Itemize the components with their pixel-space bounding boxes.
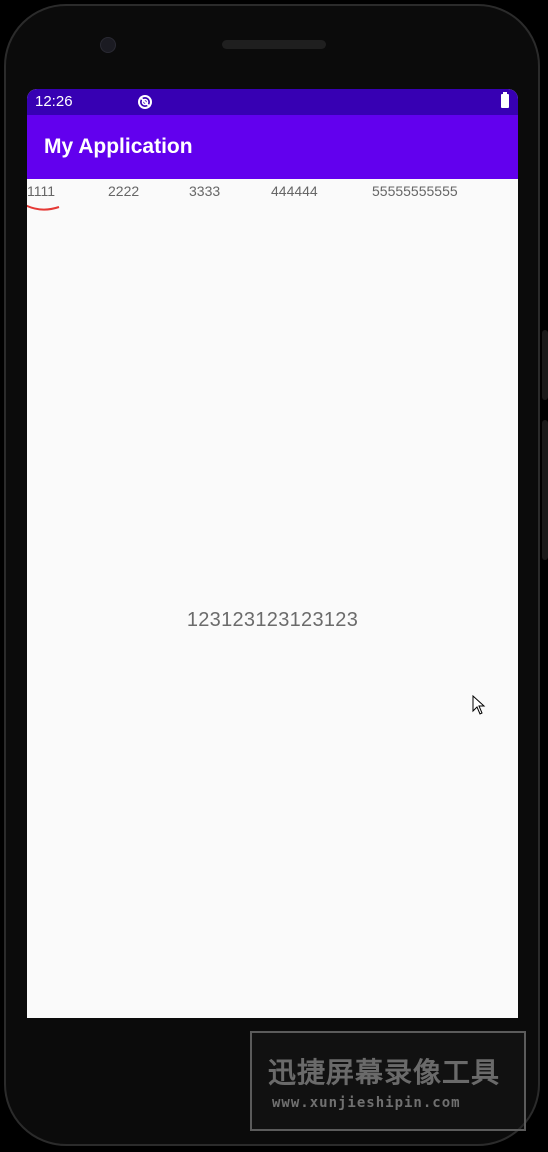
tab-55555555555[interactable]: 55555555555 — [372, 183, 458, 199]
tab-3333[interactable]: 3333 — [189, 183, 220, 199]
status-time: 12:26 — [35, 93, 73, 110]
mouse-pointer-icon — [472, 695, 486, 715]
phone-frame: 12:26 My Application 1111 2222 3333 4444… — [0, 0, 548, 1152]
recorder-watermark: 迅捷屏幕录像工具 www.xunjieshipin.com — [250, 1031, 526, 1131]
earpiece-speaker — [222, 40, 326, 49]
sync-disabled-icon — [138, 95, 152, 109]
front-camera — [100, 37, 116, 53]
tab-1111[interactable]: 1111 — [27, 183, 55, 199]
battery-full-icon — [501, 92, 509, 108]
watermark-title: 迅捷屏幕录像工具 — [268, 1057, 501, 1088]
tab-2222[interactable]: 2222 — [108, 183, 139, 199]
tab-strip[interactable]: 1111 2222 3333 444444 55555555555 — [27, 179, 518, 219]
device-screen: 12:26 My Application 1111 2222 3333 4444… — [27, 89, 518, 1018]
page-content-text: 123123123123123 — [186, 609, 359, 631]
volume-button — [542, 330, 548, 400]
watermark-url: www.xunjieshipin.com — [272, 1095, 461, 1111]
status-bar: 12:26 — [27, 89, 518, 115]
tab-indicator — [27, 204, 60, 211]
tab-444444[interactable]: 444444 — [271, 183, 318, 199]
app-title: My Application — [44, 135, 193, 158]
power-button — [542, 420, 548, 560]
app-bar: My Application — [27, 115, 518, 179]
